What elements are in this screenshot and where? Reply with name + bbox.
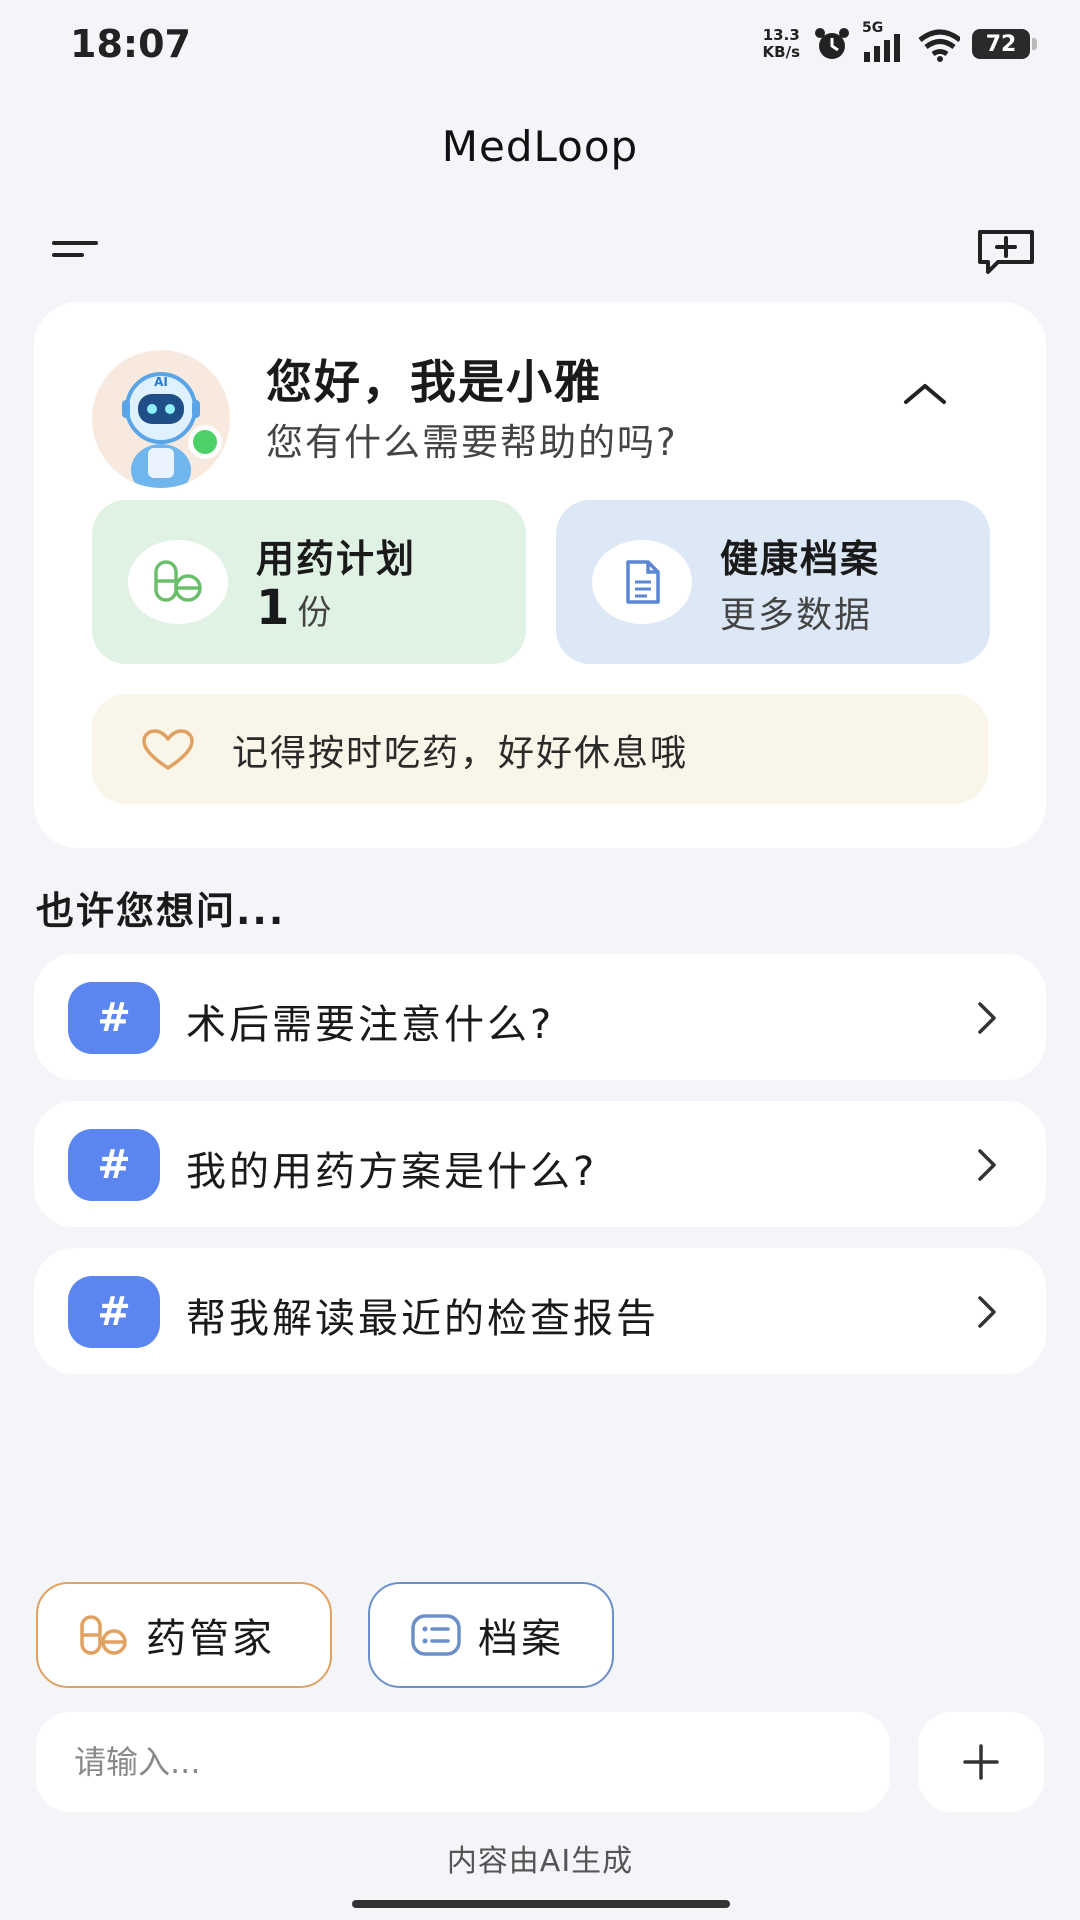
chevron-right-icon [978, 1296, 996, 1328]
suggestion-item[interactable]: # 我的用药方案是什么? [34, 1101, 1046, 1227]
records-label: 档案 [478, 1616, 564, 1662]
message-input[interactable] [36, 1712, 890, 1812]
document-icon-circle [592, 540, 692, 624]
network-speed-unit: KB/s [762, 43, 800, 61]
health-record-tile[interactable]: 健康档案 更多数据 [556, 500, 990, 664]
medication-manager-label: 药管家 [146, 1616, 275, 1662]
add-button[interactable] [918, 1712, 1044, 1812]
medication-plan-tile[interactable]: 用药计划 1份 [92, 500, 526, 664]
suggestion-text: 术后需要注意什么? [186, 1002, 555, 1048]
suggestion-item[interactable]: # 术后需要注意什么? [34, 954, 1046, 1080]
plus-icon [963, 1744, 999, 1780]
hash-icon: # [68, 1129, 160, 1201]
home-indicator[interactable] [352, 1900, 730, 1908]
records-button[interactable]: 档案 [368, 1582, 614, 1688]
network-speed: 13.3 KB/s [763, 27, 800, 61]
suggestion-text: 我的用药方案是什么? [186, 1149, 598, 1195]
battery-icon: 72 [972, 29, 1037, 59]
greeting-subtitle: 您有什么需要帮助的吗? [266, 421, 678, 464]
alarm-icon [815, 28, 849, 59]
online-status-dot [188, 425, 222, 459]
medication-plan-unit: 份 [297, 593, 332, 633]
heart-icon [142, 729, 194, 770]
status-icons: 13.3 KB/s 5G 72 [763, 20, 1037, 64]
network-type: 5G [862, 20, 884, 36]
signal-icon: 5G [862, 20, 900, 62]
medication-plan-title: 用药计划 [256, 537, 417, 581]
reminder-text: 记得按时吃药，好好休息哦 [232, 733, 689, 774]
pill-icon [80, 1615, 127, 1655]
menu-icon[interactable] [50, 235, 100, 265]
new-chat-icon[interactable] [974, 226, 1038, 276]
assistant-avatar: AI [92, 350, 230, 488]
chevron-right-icon [978, 1149, 996, 1181]
status-time: 18:07 [70, 22, 191, 66]
chevron-right-icon [978, 1002, 996, 1034]
suggestion-text: 帮我解读最近的检查报告 [186, 1296, 659, 1342]
ai-disclaimer: 内容由AI生成 [446, 1844, 634, 1879]
svg-text:AI: AI [154, 375, 168, 389]
medication-plan-value: 1 [256, 580, 290, 636]
chevron-up-icon[interactable] [900, 378, 950, 408]
list-icon [411, 1614, 461, 1656]
network-speed-value: 13.3 [762, 26, 800, 44]
hash-icon: # [68, 1276, 160, 1348]
health-record-subtitle: 更多数据 [720, 595, 873, 636]
greeting-title: 您好，我是小雅 [266, 355, 602, 409]
suggestions-heading: 也许您想问... [36, 889, 286, 933]
app-title: MedLoop [441, 122, 639, 171]
pill-icon-circle [128, 540, 228, 624]
robot-avatar-icon: AI [122, 372, 200, 488]
health-record-title: 健康档案 [720, 537, 881, 581]
wifi-icon [918, 29, 960, 62]
medication-plan-count: 1份 [256, 580, 331, 636]
hash-icon: # [68, 982, 160, 1054]
pill-icon [154, 560, 202, 602]
document-icon [626, 560, 660, 604]
medication-manager-button[interactable]: 药管家 [36, 1582, 332, 1688]
battery-level: 72 [985, 31, 1017, 57]
suggestion-item[interactable]: # 帮我解读最近的检查报告 [34, 1248, 1046, 1374]
reminder-banner: 记得按时吃药，好好休息哦 [92, 694, 988, 804]
